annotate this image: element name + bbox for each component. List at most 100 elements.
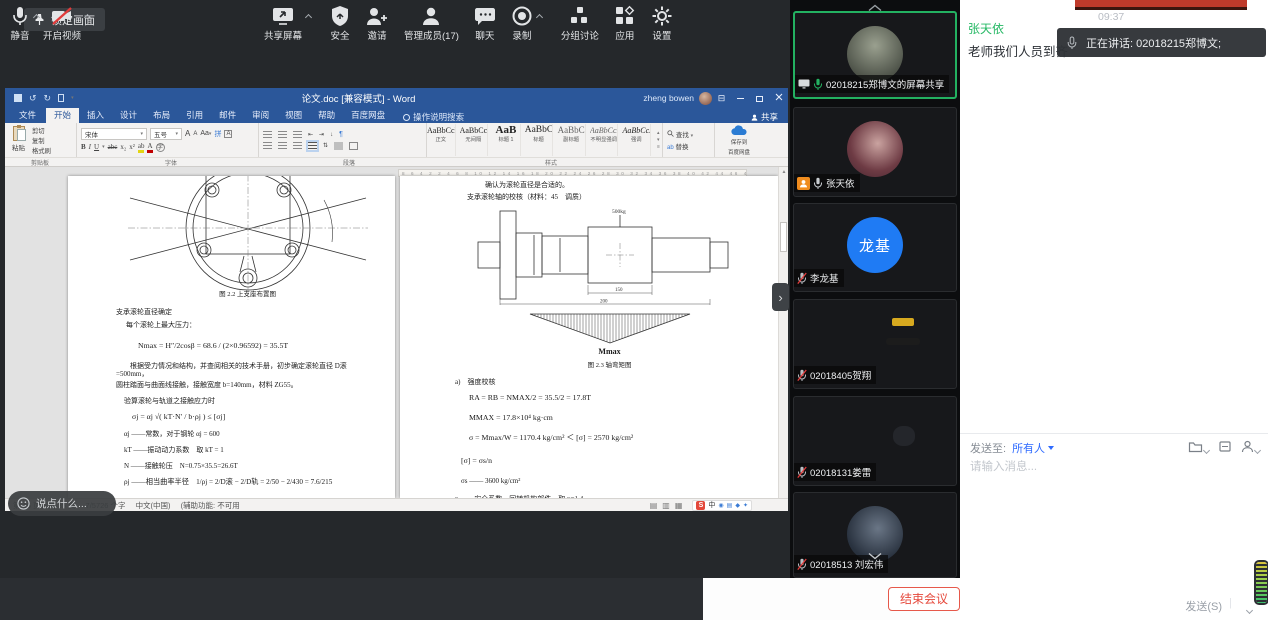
account-avatar <box>699 92 712 105</box>
mmax-label: Mmax <box>455 347 764 356</box>
mute-options-chevron[interactable] <box>33 14 40 21</box>
print-layout-icon: ▥ <box>662 501 670 510</box>
ime-mode: 中 <box>708 500 715 510</box>
doc-formula: MMAX = 17.8×10⁴ kg·cm <box>455 413 764 422</box>
mic-icon <box>1067 36 1077 50</box>
share-screen-button[interactable]: 共享屏幕 <box>264 3 302 42</box>
doc-line: αj ——常数，对于钢轮 αj = 600 <box>116 430 379 438</box>
line-spacing-icon: ⇅ <box>323 142 328 149</box>
paragraph-group-label: 段落 <box>343 158 355 167</box>
chat-image-fragment <box>1075 0 1247 10</box>
vertical-scrollbar[interactable]: ▲ <box>778 167 788 498</box>
mic-muted-icon <box>797 272 807 285</box>
superscript-button: x² <box>129 143 135 151</box>
send-button[interactable]: 发送(S) <box>1185 598 1222 614</box>
participant-tile[interactable]: 龙基 李龙基 <box>793 203 957 292</box>
tell-me-search: 操作说明搜索 <box>403 111 464 123</box>
word-account: zheng bowen <box>643 92 712 105</box>
doc-formula: Nmax = H″/2cosβ = 68.6 / (2×0.96592) = 3… <box>116 341 379 350</box>
shading-icon <box>334 142 343 150</box>
invite-button[interactable]: 邀请 <box>365 3 389 42</box>
send-options-chevron[interactable] <box>1246 600 1252 618</box>
participant-tile[interactable]: 02018513 刘宏伟 <box>793 492 957 578</box>
record-options-chevron[interactable] <box>536 14 543 21</box>
tab-insert: 插入 <box>79 108 112 123</box>
manage-members-button[interactable]: 管理成员(17) <box>404 3 459 42</box>
participant-name: 02018405贺翔 <box>810 368 871 382</box>
quick-access-toolbar: ↺ ↻ ▾ <box>5 93 74 104</box>
send-to-label: 发送至: <box>970 440 1006 456</box>
quick-chat-placeholder: 说点什么... <box>36 496 87 511</box>
word-ribbon-tabs: 文件 开始 插入 设计 布局 引用 邮件 审阅 视图 帮助 百度网盘 操作说明搜… <box>5 108 788 123</box>
scrollbar-thumb[interactable] <box>780 222 787 252</box>
doc-formula: [σ] = σs/n <box>455 456 764 465</box>
end-meeting-button[interactable]: 结束会议 <box>888 587 960 611</box>
style-title: AaBbC标题 <box>525 124 554 156</box>
doc-line: N ——接触轮压 N=0.75×35.5=26.6T <box>116 462 379 470</box>
participant-tile[interactable]: 02018131娄雷 <box>793 396 957 486</box>
font-color-button: A <box>147 142 152 153</box>
align-left-icon <box>263 142 272 150</box>
document-page-right: 确认为滚轮直径是合适的。 支承滚轮轴的校核（材料：45 调质） <box>400 176 778 498</box>
participant-name: 02018131娄雷 <box>810 465 871 479</box>
quick-chat-bubble[interactable]: 说点什么... <box>8 491 116 516</box>
share-screen-icon <box>271 5 295 27</box>
word-title: 论文.doc [兼容模式] - Word <box>74 91 644 105</box>
mic-muted-icon <box>797 466 807 479</box>
mention-icon[interactable] <box>1241 440 1260 456</box>
participants-panel: 02018215郑博文的屏幕共享 张天依 龙基 李龙基 02018405贺翔 0… <box>790 0 960 578</box>
character-border-button: A <box>224 130 232 138</box>
breakout-rooms-button[interactable]: 分组讨论 <box>561 3 599 42</box>
style-subtle-emphasis: AaBbCcD不明显强调 <box>590 124 619 156</box>
participant-tile[interactable]: 02018215郑博文的屏幕共享 <box>793 11 957 99</box>
doc-formula: σ = Mmax/W = 1170.4 kg/cm² ＜ [σ] = 2570 … <box>455 433 764 442</box>
borders-icon <box>349 142 358 150</box>
invite-icon <box>365 5 389 27</box>
share-button: 共享 <box>751 111 778 123</box>
send-to-dropdown[interactable]: 所有人 <box>1012 440 1054 456</box>
scroll-arrow-up-icon[interactable]: ▲ <box>779 169 788 175</box>
tab-design: 设计 <box>112 108 145 123</box>
copy-button: 复制 <box>32 136 51 145</box>
breakout-icon <box>569 5 591 27</box>
ime-icon: ◉ <box>718 502 723 509</box>
cloud-icon <box>731 125 748 136</box>
host-badge-icon <box>797 177 810 190</box>
chat-sender-name: 张天依 <box>968 20 1004 37</box>
chat-input-divider <box>960 433 1268 434</box>
strikethrough-button: abc <box>108 143 118 151</box>
participant-tile[interactable]: 02018405贺翔 <box>793 299 957 389</box>
meeting-toolbar <box>0 578 703 620</box>
change-case-button: Aa▾ <box>200 130 211 137</box>
tab-help: 帮助 <box>310 108 343 123</box>
chat-history-icon[interactable] <box>1188 440 1209 456</box>
font-name-combo: 宋体▾ <box>81 128 147 140</box>
participant-tile[interactable]: 张天依 <box>793 107 957 197</box>
screenshot-icon[interactable] <box>1218 440 1232 456</box>
apps-button[interactable]: 应用 <box>614 3 636 42</box>
chat-button[interactable]: 聊天 <box>474 3 496 42</box>
find-button: 查找 ▾ <box>667 129 710 139</box>
video-options-chevron[interactable] <box>84 14 91 21</box>
camera-off-icon <box>50 5 74 27</box>
clipboard-group-label: 剪贴板 <box>31 158 49 167</box>
chat-message-input[interactable]: 请输入消息... <box>970 458 1037 474</box>
record-button[interactable]: 录制 <box>511 3 533 42</box>
start-video-button[interactable]: 开启视频 <box>43 3 81 42</box>
scroll-down-icon[interactable] <box>867 552 883 560</box>
doc-line: 每个滚轮上最大压力： <box>116 321 379 329</box>
tab-mailings: 邮件 <box>211 108 244 123</box>
mute-button[interactable]: 静音 <box>10 3 30 42</box>
collapse-panel-button[interactable]: › <box>772 283 789 311</box>
chevron-right-icon: › <box>778 290 782 305</box>
shared-screen-content: ↺ ↻ ▾ 论文.doc [兼容模式] - Word zheng bowen ⊟… <box>5 88 788 511</box>
settings-button[interactable]: 设置 <box>651 3 673 42</box>
volume-level-indicator <box>1256 562 1267 603</box>
style-emphasis: AaBbCcD强调 <box>622 124 651 156</box>
share-options-chevron[interactable] <box>305 14 312 21</box>
doc-formula: σj = αj √( kT·N′ / b·ρj ) ≤ [σj] <box>116 412 379 421</box>
font-group: 宋体▾ 五号▾ A A Aa▾ 拼 A B I U▾ abc x₂ x² ab … <box>77 123 259 157</box>
participant-name: 张天依 <box>826 176 855 190</box>
mic-on-icon <box>813 78 823 91</box>
security-button[interactable]: 安全 <box>330 3 350 42</box>
